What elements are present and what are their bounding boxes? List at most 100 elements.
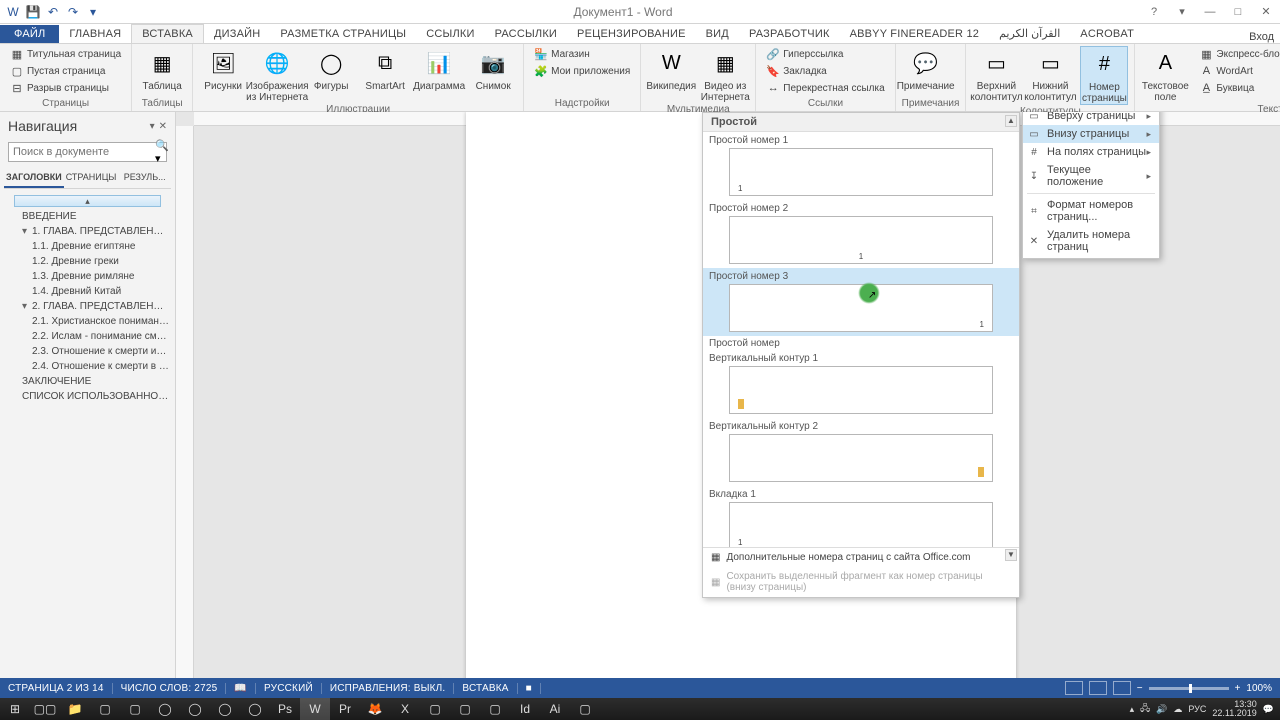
status-word-count[interactable]: ЧИСЛО СЛОВ: 2725 bbox=[113, 683, 227, 694]
nav-item[interactable]: 1.4. Древний Китай bbox=[2, 284, 173, 299]
nav-close-icon[interactable]: ✕ bbox=[159, 121, 167, 132]
status-insert-mode[interactable]: ВСТАВКА bbox=[454, 683, 517, 694]
sign-in-link[interactable]: Вход bbox=[1249, 31, 1280, 43]
taskbar-app-2[interactable]: ▢ bbox=[120, 698, 150, 720]
pn-page-margins[interactable]: #На полях страницы▸ bbox=[1023, 143, 1159, 161]
wikipedia-button[interactable]: WВикипедия bbox=[647, 46, 695, 92]
nav-options-icon[interactable]: ▾ bbox=[150, 121, 155, 132]
pn-bottom-of-page[interactable]: ▭Внизу страницы▸ bbox=[1023, 125, 1159, 143]
word-taskbar-icon[interactable]: W bbox=[300, 698, 330, 720]
tab-acrobat[interactable]: ACROBAT bbox=[1070, 25, 1144, 43]
nav-tab-results[interactable]: РЕЗУЛЬ... bbox=[118, 168, 171, 188]
nav-search-input[interactable] bbox=[13, 146, 155, 158]
nav-item[interactable]: СПИСОК ИСПОЛЬЗОВАННОЙ ЛИ... bbox=[2, 389, 173, 404]
screenshot-button[interactable]: 📷Снимок bbox=[469, 46, 517, 92]
maximize-button[interactable]: □ bbox=[1224, 2, 1252, 22]
indesign-icon[interactable]: Id bbox=[510, 698, 540, 720]
illustrator-icon[interactable]: Ai bbox=[540, 698, 570, 720]
online-video-button[interactable]: ▦Видео из Интернета bbox=[701, 46, 749, 103]
tab-references[interactable]: ССЫЛКИ bbox=[416, 25, 484, 43]
nav-item[interactable]: 1.1. Древние египтяне bbox=[2, 239, 173, 254]
page-break-button[interactable]: ⊟Разрыв страницы bbox=[6, 80, 125, 96]
dropcap-button[interactable]: A̲Буквица bbox=[1195, 80, 1280, 96]
zoom-slider[interactable] bbox=[1149, 687, 1229, 690]
nav-item[interactable]: 2.2. Ислам - понимание смысл... bbox=[2, 329, 173, 344]
view-read-mode[interactable] bbox=[1065, 681, 1083, 695]
zoom-out-button[interactable]: − bbox=[1137, 683, 1143, 694]
ribbon-display-options[interactable]: ▾ bbox=[1168, 2, 1196, 22]
my-apps-button[interactable]: 🧩Мои приложения bbox=[530, 63, 634, 79]
chart-button[interactable]: 📊Диаграмма bbox=[415, 46, 463, 92]
header-button[interactable]: ▭Верхний колонтитул bbox=[972, 46, 1020, 103]
status-spellcheck[interactable]: 📖 bbox=[226, 683, 256, 694]
nav-item[interactable]: ▾2. ГЛАВА. ПРЕДСТАВЛЕНИЯ О СМ... bbox=[2, 299, 173, 314]
taskbar-app-5[interactable]: ◯ bbox=[240, 698, 270, 720]
tab-developer[interactable]: РАЗРАБОТЧИК bbox=[739, 25, 840, 43]
status-page[interactable]: СТРАНИЦА 2 ИЗ 14 bbox=[0, 683, 113, 694]
taskbar-app-1[interactable]: ▢ bbox=[90, 698, 120, 720]
taskbar-app-6[interactable]: ▢ bbox=[420, 698, 450, 720]
tab-mailings[interactable]: РАССЫЛКИ bbox=[485, 25, 567, 43]
pictures-button[interactable]: 🖼Рисунки bbox=[199, 46, 247, 92]
chrome-icon[interactable]: ◯ bbox=[150, 698, 180, 720]
tray-action-center-icon[interactable]: 💬 bbox=[1263, 704, 1274, 715]
nav-tab-headings[interactable]: ЗАГОЛОВКИ bbox=[4, 168, 64, 188]
photoshop-icon[interactable]: Ps bbox=[270, 698, 300, 720]
gallery-scroll-down[interactable]: ▼ bbox=[1005, 549, 1017, 561]
table-button[interactable]: ▦ Таблица bbox=[138, 46, 186, 92]
nav-tab-pages[interactable]: СТРАНИЦЫ bbox=[64, 168, 119, 188]
taskbar-app-8[interactable]: ▢ bbox=[480, 698, 510, 720]
save-icon[interactable]: 💾 bbox=[24, 3, 42, 21]
gallery-item-simple-1[interactable]: Простой номер 1 1 bbox=[703, 132, 1019, 200]
pn-current-position[interactable]: ↧Текущее положение▸ bbox=[1023, 161, 1159, 191]
redo-icon[interactable]: ↷ bbox=[64, 3, 82, 21]
tab-file[interactable]: ФАЙЛ bbox=[0, 25, 59, 43]
pn-format[interactable]: ⌗Формат номеров страниц... bbox=[1023, 196, 1159, 226]
pn-remove[interactable]: ✕Удалить номера страниц bbox=[1023, 226, 1159, 256]
nav-item[interactable]: ЗАКЛЮЧЕНИЕ bbox=[2, 374, 173, 389]
excel-icon[interactable]: X bbox=[390, 698, 420, 720]
nav-item[interactable]: ВВЕДЕНИЕ bbox=[2, 209, 173, 224]
tab-abbyy[interactable]: ABBYY FineReader 12 bbox=[840, 25, 990, 43]
status-language[interactable]: РУССКИЙ bbox=[256, 683, 322, 694]
ruler-vertical[interactable] bbox=[176, 126, 194, 700]
store-button[interactable]: 🏪Магазин bbox=[530, 46, 634, 62]
tab-page-layout[interactable]: РАЗМЕТКА СТРАНИЦЫ bbox=[270, 25, 416, 43]
zoom-in-button[interactable]: + bbox=[1235, 683, 1241, 694]
gallery-more-office-com[interactable]: ▦ Дополнительные номера страниц с сайта … bbox=[703, 548, 1019, 567]
nav-item[interactable]: 1.3. Древние римляне bbox=[2, 269, 173, 284]
quickparts-button[interactable]: ▦Экспресс-блоки bbox=[1195, 46, 1280, 62]
shapes-button[interactable]: ◯Фигуры bbox=[307, 46, 355, 92]
smartart-button[interactable]: ⧉SmartArt bbox=[361, 46, 409, 92]
gallery-item-tab-1[interactable]: Вкладка 1 1 bbox=[703, 486, 1019, 547]
gallery-item-vertical-2[interactable]: Вертикальный контур 2 bbox=[703, 418, 1019, 486]
start-button[interactable]: ⊞ bbox=[0, 698, 30, 720]
tray-language[interactable]: РУС bbox=[1188, 704, 1206, 714]
undo-icon[interactable]: ↶ bbox=[44, 3, 62, 21]
qat-customize-icon[interactable]: ▾ bbox=[84, 3, 102, 21]
nav-item[interactable]: 2.1. Христианское понимание с... bbox=[2, 314, 173, 329]
pn-top-of-page[interactable]: ▭Вверху страницы▸ bbox=[1023, 112, 1159, 125]
status-macro-recording[interactable]: ■ bbox=[518, 683, 541, 694]
tab-design[interactable]: ДИЗАЙН bbox=[204, 25, 270, 43]
minimize-button[interactable]: — bbox=[1196, 2, 1224, 22]
bookmark-button[interactable]: 🔖Закладка bbox=[762, 63, 888, 79]
tab-home[interactable]: ГЛАВНАЯ bbox=[59, 25, 131, 43]
file-explorer-icon[interactable]: 📁 bbox=[60, 698, 90, 720]
nav-item[interactable]: ▾1. ГЛАВА. ПРЕДСТАВЛЕНИЕ О СМЕ... bbox=[2, 224, 173, 239]
task-view-button[interactable]: ▢▢ bbox=[30, 698, 60, 720]
tab-review[interactable]: РЕЦЕНЗИРОВАНИЕ bbox=[567, 25, 696, 43]
textbox-button[interactable]: AТекстовое поле bbox=[1141, 46, 1189, 103]
gallery-scroll-up[interactable]: ▲ bbox=[1005, 115, 1017, 127]
search-icon[interactable]: 🔍▾ bbox=[155, 139, 169, 165]
crossref-button[interactable]: ↔Перекрестная ссылка bbox=[762, 80, 888, 96]
premiere-icon[interactable]: Pr bbox=[330, 698, 360, 720]
gallery-item-vertical-1[interactable]: Вертикальный контур 1 bbox=[703, 350, 1019, 418]
cover-page-button[interactable]: ▦Титульная страница bbox=[6, 46, 125, 62]
nav-item[interactable]: 2.3. Отношение к смерти и бесс... bbox=[2, 344, 173, 359]
taskbar-app-9[interactable]: ▢ bbox=[570, 698, 600, 720]
nav-item[interactable]: 2.4. Отношение к смерти в совр... bbox=[2, 359, 173, 374]
firefox-icon[interactable]: 🦊 bbox=[360, 698, 390, 720]
close-button[interactable]: ✕ bbox=[1252, 2, 1280, 22]
taskbar-app-7[interactable]: ▢ bbox=[450, 698, 480, 720]
